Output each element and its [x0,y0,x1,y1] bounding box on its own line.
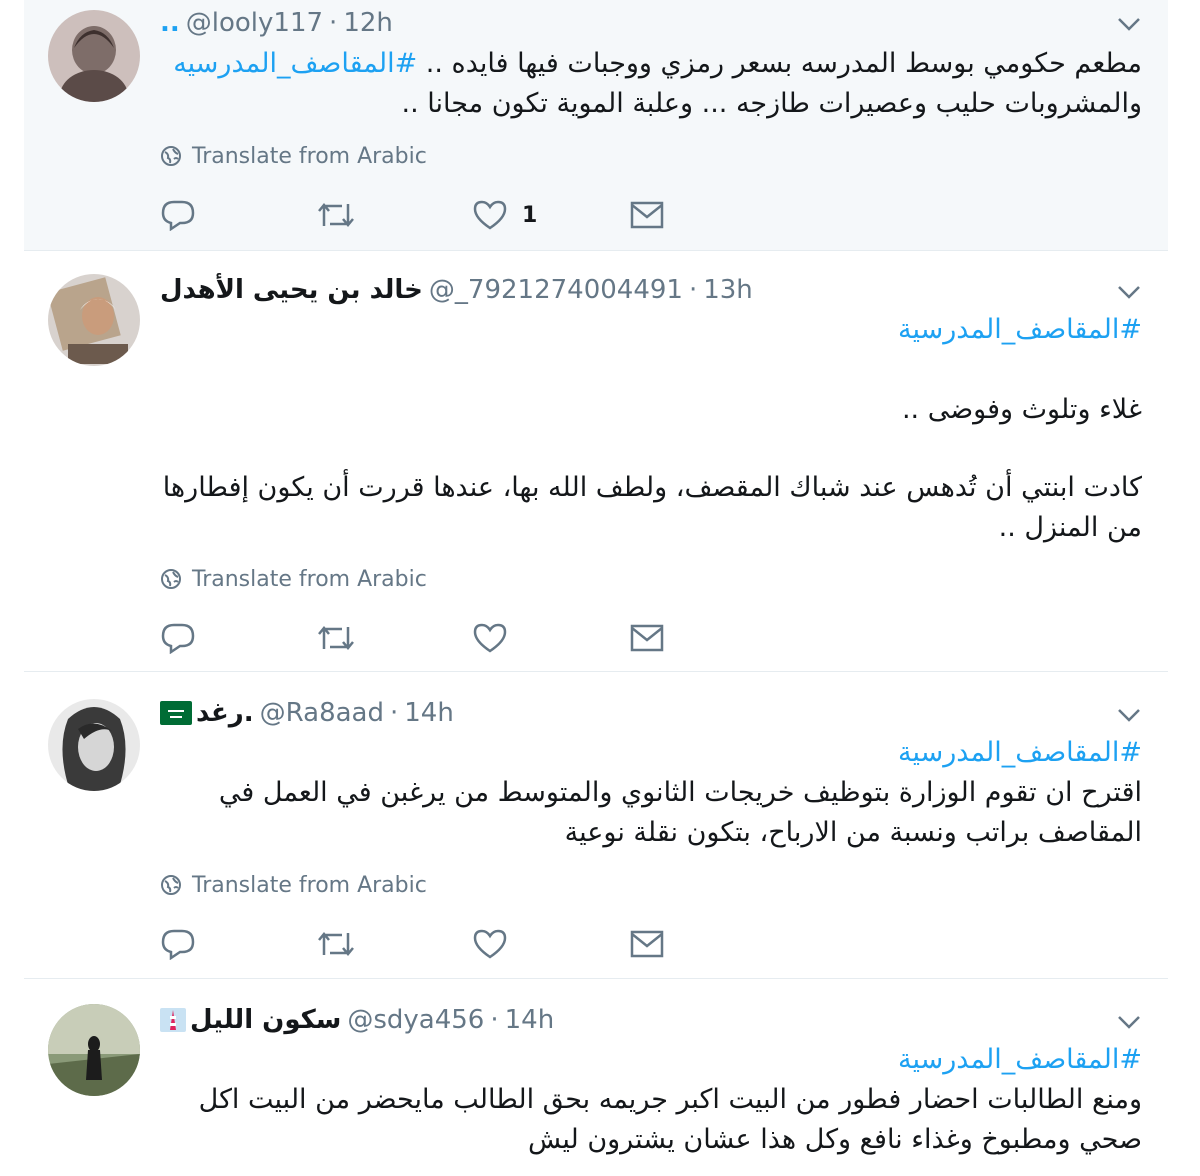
left-gutter [0,0,24,1176]
chevron-down-icon[interactable] [1114,1012,1144,1032]
globe-icon [161,569,181,589]
hashtag-link[interactable]: #المقاصف_المدرسية [160,310,1142,350]
tweet-actions [160,924,720,964]
separator-dot: · [490,1005,499,1035]
tweet-1[interactable]: .. @looly117 · 12h مطعم حكومي بوسط المدر… [24,0,1168,251]
retweet-icon [318,932,354,956]
separator-dot: · [329,8,338,38]
avatar[interactable] [48,699,140,791]
envelope-icon [630,624,664,652]
tweet-line: اقترح ان تقوم الوزارة بتوظيف خريجات الثا… [218,777,1142,808]
globe-icon [161,146,181,166]
right-gutter [1168,0,1200,1176]
tweet-line: غلاء وتلوث وفوضى .. [901,394,1142,425]
tweet-4[interactable]: سكون الليل @sdya456 · 14h #المقاصف_المدر… [24,980,1168,1176]
retweet-button[interactable] [316,618,356,658]
tweet-line: المقاصف براتب ونسبة من الارباح، بتكون نق… [564,817,1142,848]
tweet-line: من المنزل .. [998,512,1142,543]
hashtag-link[interactable]: #المقاصف_المدرسية [160,733,1142,773]
reply-icon [161,200,195,231]
user-name[interactable]: .. [160,8,180,38]
user-name[interactable]: رغد. [196,698,254,728]
avatar[interactable] [48,10,140,102]
translate-label[interactable]: Translate from Arabic [192,144,427,169]
tweet-header: رغد. @Ra8aad · 14h [160,696,454,730]
reply-button[interactable] [160,924,196,964]
saudi-flag-icon [160,701,192,725]
tweet-line: ومنع الطالبات احضار فطور من البيت اكبر ج… [198,1084,1142,1115]
tweet-header: سكون الليل @sdya456 · 14h [160,1003,554,1037]
tweet-text: #المقاصف_المدرسية ومنع الطالبات احضار فط… [160,1040,1142,1160]
hashtag-link[interactable]: #المقاصف_المدرسيه [173,48,417,79]
retweet-button[interactable] [316,924,356,964]
retweet-icon [318,203,354,227]
tweet-text: #المقاصف_المدرسية غلاء وتلوث وفوضى .. كا… [160,310,1142,548]
reply-button[interactable] [160,195,196,235]
tweet-text: #المقاصف_المدرسية اقترح ان تقوم الوزارة … [160,733,1142,853]
user-name[interactable]: خالد بن يحيى الأهدل [160,275,423,305]
translate-label[interactable]: Translate from Arabic [192,567,427,592]
tweet-text: مطعم حكومي بوسط المدرسه بسعر رمزي ووجبات… [160,44,1142,124]
separator-dot: · [389,698,399,728]
like-button[interactable] [472,924,508,964]
reply-icon [161,623,195,654]
retweet-button[interactable] [316,195,356,235]
dm-button[interactable] [630,618,664,658]
globe-icon [161,875,181,895]
timestamp[interactable]: 14h [505,1005,555,1035]
tower-emoji-icon [160,1008,186,1032]
like-button[interactable] [472,618,508,658]
timestamp[interactable]: 14h [404,698,454,728]
timestamp[interactable]: 13h [703,275,753,305]
chevron-down-icon[interactable] [1114,282,1144,302]
translate-link[interactable]: Translate from Arabic [160,141,427,171]
user-handle[interactable]: @looly117 [186,8,323,38]
retweet-icon [318,626,354,650]
dm-button[interactable] [630,195,664,235]
tweet-line: كادت ابنتي أن تُدهس عند شباك المقصف، ولط… [162,472,1142,503]
avatar[interactable] [48,274,140,366]
separator-dot: · [688,275,698,305]
heart-icon [473,200,507,230]
user-handle[interactable]: @_7921274004491 [429,275,683,305]
envelope-icon [630,930,664,958]
like-button[interactable]: 1 [472,195,537,235]
dm-button[interactable] [630,924,664,964]
hashtag-link[interactable]: #المقاصف_المدرسية [160,1040,1142,1080]
user-handle[interactable]: @Ra8aad [260,698,384,728]
user-name[interactable]: سكون الليل [190,1005,341,1035]
tweet-actions [160,618,720,658]
avatar[interactable] [48,1004,140,1096]
translate-label[interactable]: Translate from Arabic [192,873,427,898]
tweet-line: صحي ومطبوخ وغذاء نافع وكل هذا عشان يشترو… [527,1124,1142,1155]
tweet-header: .. @looly117 · 12h [160,6,393,40]
translate-link[interactable]: Translate from Arabic [160,564,427,594]
chevron-down-icon[interactable] [1114,14,1144,34]
reply-icon [161,929,195,960]
heart-icon [473,623,507,653]
like-count: 1 [522,202,538,228]
reply-button[interactable] [160,618,196,658]
tweet-2[interactable]: خالد بن يحيى الأهدل @_7921274004491 · 13… [24,252,1168,672]
tweet-line: والمشروبات حليب وعصيرات طازجه ... وعلبة … [401,88,1143,119]
translate-link[interactable]: Translate from Arabic [160,870,427,900]
user-handle[interactable]: @sdya456 [347,1005,484,1035]
tweet-actions: 1 [160,195,720,235]
tweet-3[interactable]: رغد. @Ra8aad · 14h #المقاصف_المدرسية اقت… [24,673,1168,979]
envelope-icon [630,201,664,229]
tweet-line: مطعم حكومي بوسط المدرسه بسعر رمزي ووجبات… [425,48,1142,79]
chevron-down-icon[interactable] [1114,705,1144,725]
timestamp[interactable]: 12h [343,8,393,38]
heart-icon [473,929,507,959]
tweet-header: خالد بن يحيى الأهدل @_7921274004491 · 13… [160,273,753,307]
